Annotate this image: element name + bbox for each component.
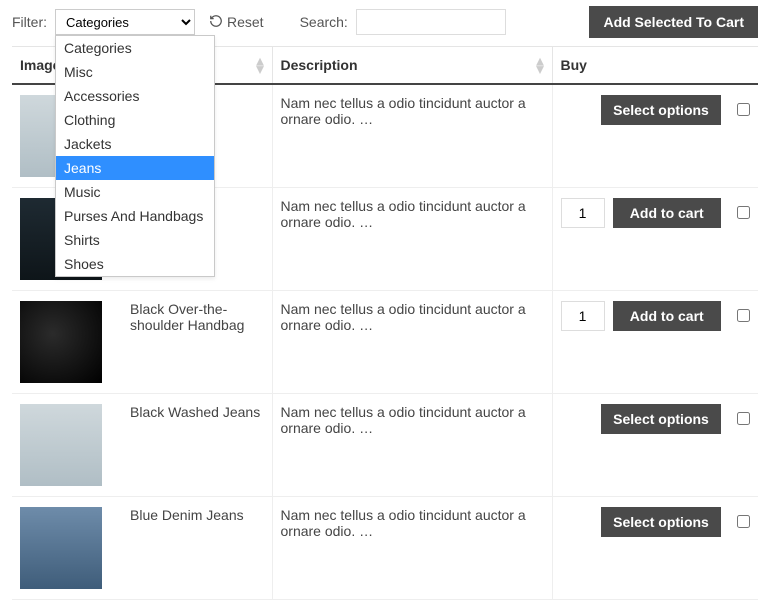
search-label: Search:	[300, 14, 348, 30]
add-to-cart-button[interactable]: Add to cart	[613, 301, 722, 331]
select-options-button[interactable]: Select options	[601, 95, 721, 125]
column-header-description[interactable]: Description ▴▾	[272, 47, 552, 85]
product-description: Nam nec tellus a odio tincidunt auctor a…	[272, 188, 552, 291]
row-select-checkbox[interactable]	[737, 309, 750, 322]
product-name: Black Washed Jeans	[122, 394, 272, 497]
add-to-cart-button[interactable]: Add to cart	[613, 198, 722, 228]
filter-label: Filter:	[12, 14, 47, 30]
product-description: Nam nec tellus a odio tincidunt auctor a…	[272, 291, 552, 394]
sort-icon: ▴▾	[256, 57, 263, 74]
category-select[interactable]: Categories	[55, 9, 195, 35]
product-description: Nam nec tellus a odio tincidunt auctor a…	[272, 497, 552, 600]
column-header-description-label: Description	[281, 57, 358, 73]
category-option[interactable]: Clothing	[56, 108, 214, 132]
column-header-buy: Buy	[552, 47, 758, 85]
category-dropdown[interactable]: CategoriesMiscAccessoriesClothingJackets…	[55, 35, 215, 277]
search-input[interactable]	[356, 9, 506, 35]
table-row: Blue Denim JeansNam nec tellus a odio ti…	[12, 497, 758, 600]
category-option[interactable]: Purses And Handbags	[56, 204, 214, 228]
row-select-checkbox[interactable]	[737, 206, 750, 219]
select-options-button[interactable]: Select options	[601, 507, 721, 537]
product-name: Blue Denim Jeans	[122, 497, 272, 600]
product-description: Nam nec tellus a odio tincidunt auctor a…	[272, 84, 552, 188]
category-option[interactable]: Accessories	[56, 84, 214, 108]
add-selected-to-cart-button[interactable]: Add Selected To Cart	[589, 6, 758, 38]
product-thumbnail[interactable]	[20, 301, 102, 383]
product-thumbnail[interactable]	[20, 507, 102, 589]
product-description: Nam nec tellus a odio tincidunt auctor a…	[272, 394, 552, 497]
category-option[interactable]: Jackets	[56, 132, 214, 156]
category-option[interactable]: Shoes	[56, 252, 214, 276]
product-name: Black Over-the-shoulder Handbag	[122, 291, 272, 394]
quantity-input[interactable]	[561, 198, 605, 228]
reset-label: Reset	[227, 14, 264, 30]
undo-icon	[209, 14, 223, 31]
select-options-button[interactable]: Select options	[601, 404, 721, 434]
column-header-buy-label: Buy	[561, 57, 587, 73]
category-option[interactable]: Misc	[56, 60, 214, 84]
category-option[interactable]: Shirts	[56, 228, 214, 252]
category-option[interactable]: Categories	[56, 36, 214, 60]
row-select-checkbox[interactable]	[737, 412, 750, 425]
row-select-checkbox[interactable]	[737, 103, 750, 116]
product-thumbnail[interactable]	[20, 404, 102, 486]
reset-button[interactable]: Reset	[209, 14, 264, 31]
table-row: Black Over-the-shoulder HandbagNam nec t…	[12, 291, 758, 394]
category-option[interactable]: Jeans	[56, 156, 214, 180]
quantity-input[interactable]	[561, 301, 605, 331]
table-row: Black Washed JeansNam nec tellus a odio …	[12, 394, 758, 497]
category-option[interactable]: Music	[56, 180, 214, 204]
sort-icon: ▴▾	[536, 57, 543, 74]
row-select-checkbox[interactable]	[737, 515, 750, 528]
